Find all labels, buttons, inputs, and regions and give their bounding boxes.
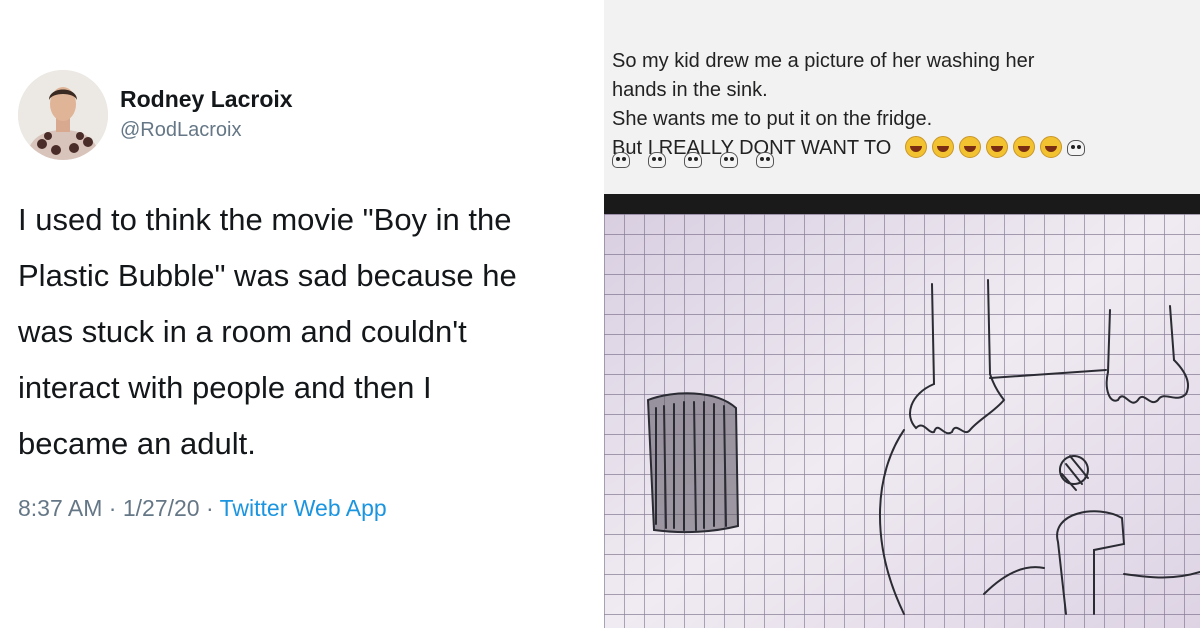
skull-emoji-icon (684, 151, 702, 168)
meta-separator: · (108, 495, 117, 521)
laughing-emoji-icon (985, 135, 1008, 158)
skull-emoji-icon (612, 151, 630, 168)
skull-emoji-icon (1066, 139, 1085, 156)
user-display-name[interactable]: Rodney Lacroix (120, 86, 293, 113)
skull-emoji-row (612, 151, 792, 170)
tweet-time[interactable]: 8:37 AM (18, 495, 102, 521)
laughing-emoji-icon (958, 135, 981, 158)
user-handle[interactable]: @RodLacroix (120, 119, 241, 142)
tweet-source-app[interactable]: Twitter Web App (220, 495, 387, 521)
meta-separator: · (205, 495, 214, 521)
avatar-photo (18, 70, 108, 160)
child-drawing (604, 194, 1200, 628)
post-photo: So my kid drew me a picture of her washi… (604, 0, 1200, 628)
laughing-emoji-icon (904, 135, 927, 158)
tweet-meta: 8:37 AM · 1/27/20 · Twitter Web App (18, 495, 387, 522)
skull-emoji-icon (720, 151, 738, 168)
post-caption-text: So my kid drew me a picture of her washi… (612, 50, 1035, 130)
skull-emoji-icon (756, 151, 774, 168)
laughing-emoji-icon (1039, 135, 1062, 158)
skull-emoji-icon (648, 151, 666, 168)
tweet-text: I used to think the movie "Boy in the Pl… (18, 202, 517, 461)
laughing-emoji-icon (1012, 135, 1035, 158)
tweet-date[interactable]: 1/27/20 (123, 495, 200, 521)
tweet-card: Rodney Lacroix @RodLacroix I used to thi… (0, 0, 600, 628)
photo-dark-edge (604, 194, 1200, 214)
avatar[interactable] (18, 70, 108, 160)
laughing-emoji-icon (931, 135, 954, 158)
